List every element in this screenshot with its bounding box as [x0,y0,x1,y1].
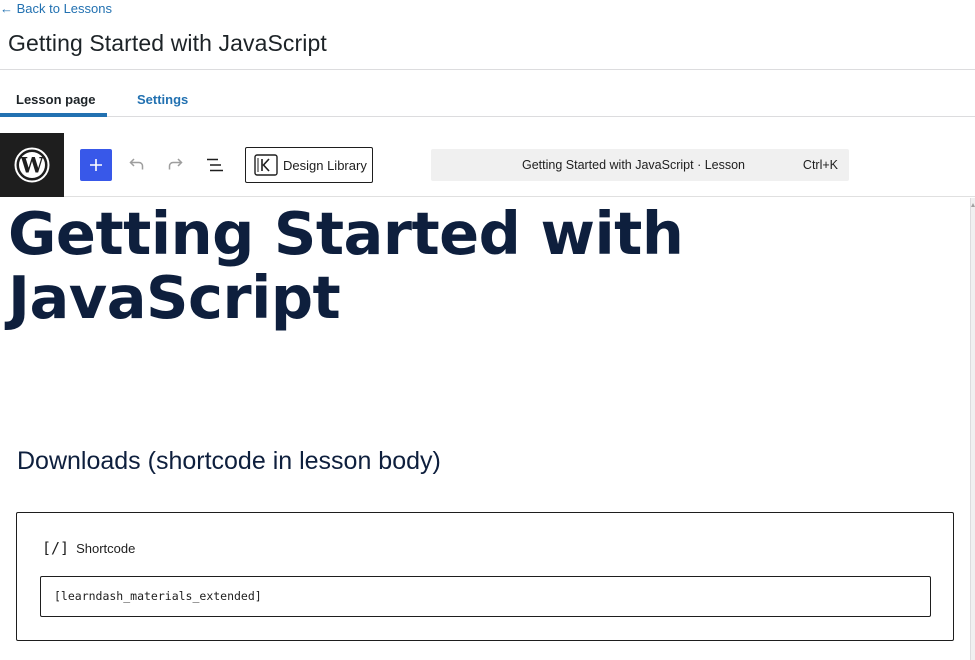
command-palette-bar[interactable]: Getting Started with JavaScript · Lesson… [431,149,849,181]
add-block-button[interactable] [80,149,112,181]
wordpress-logo-icon[interactable]: W [0,133,64,197]
scroll-up-arrow-icon[interactable] [971,203,975,207]
kadence-library-icon [254,154,278,176]
page-title: Getting Started with JavaScript [8,30,327,56]
undo-icon[interactable] [124,153,148,177]
redo-icon[interactable] [164,153,188,177]
shortcode-input[interactable]: [learndash_materials_extended] [40,576,931,617]
command-bar-title: Getting Started with JavaScript · Lesson [521,158,746,172]
list-view-icon[interactable] [203,153,227,177]
back-to-lessons-link[interactable]: ← Back to Lessons [0,1,112,16]
design-library-label: Design Library [283,157,367,173]
shortcode-label: Shortcode [76,540,136,556]
shortcode-icon: [/] [42,539,70,557]
tab-settings[interactable]: Settings [137,70,188,117]
shortcode-block-header: [/] Shortcode [42,539,135,557]
shortcode-block[interactable]: [/] Shortcode [learndash_materials_exten… [16,512,954,641]
svg-text:W: W [19,153,44,178]
editor-toolbar: W Design Library Getting Started with Ja… [0,133,975,197]
design-library-button[interactable]: Design Library [245,147,373,183]
tab-bar: Lesson page Settings [0,70,975,117]
plus-icon [90,159,102,171]
command-bar-shortcut: Ctrl+K [802,158,838,172]
tab-lesson-page[interactable]: Lesson page [0,70,107,117]
editor-scrollbar[interactable] [970,198,975,660]
downloads-heading[interactable]: Downloads (shortcode in lesson body) [17,447,441,476]
post-title[interactable]: Getting Started with JavaScript [8,202,768,330]
